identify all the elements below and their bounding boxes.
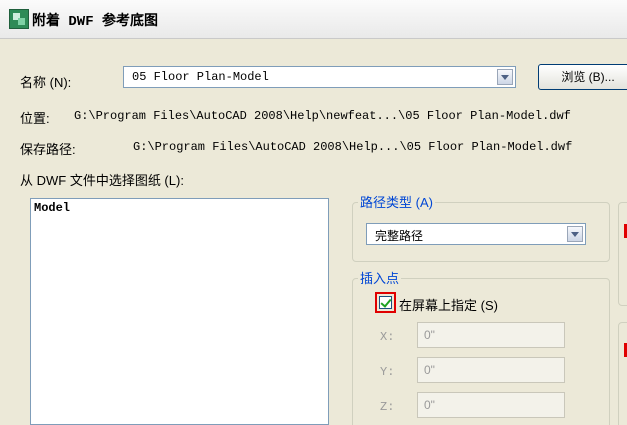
app-icon [9,9,29,29]
specify-on-screen-checkbox[interactable] [379,296,392,309]
x-field-value: 0" [424,328,435,342]
z-field[interactable]: 0" [417,392,565,418]
specify-on-screen-highlight [375,292,396,313]
chevron-down-icon[interactable] [567,226,583,242]
attach-dwf-dialog: 附着 DWF 参考底图 名称 (N): 05 Floor Plan-Model … [0,0,627,425]
location-path: G:\Program Files\AutoCAD 2008\Help\newfe… [74,109,571,123]
y-field-value: 0" [424,363,435,377]
location-label: 位置: [20,111,50,126]
x-label: X: [380,330,395,344]
name-label: 名称 (N): [20,75,72,90]
name-combobox-value: 05 Floor Plan-Model [132,70,269,84]
list-item[interactable]: Model [34,201,70,215]
rotation-group-edge [618,322,627,425]
saved-path-value: G:\Program Files\AutoCAD 2008\Help...\05… [133,140,573,154]
path-type-group-title: 路径类型 (A) [358,192,435,211]
scale-group-edge [618,202,627,306]
x-field[interactable]: 0" [417,322,565,348]
window-title: 附着 DWF 参考底图 [32,14,159,30]
z-label: Z: [380,400,395,414]
z-field-value: 0" [424,398,435,412]
insertion-point-group-title: 插入点 [358,268,402,287]
sheet-select-label: 从 DWF 文件中选择图纸 (L): [20,173,184,188]
name-combobox[interactable]: 05 Floor Plan-Model [123,66,516,88]
title-bar: 附着 DWF 参考底图 [0,0,627,39]
path-type-value: 完整路径 [375,229,424,243]
chevron-down-icon[interactable] [497,69,513,85]
specify-on-screen-label[interactable]: 在屏幕上指定 (S) [399,295,498,314]
sheet-listbox[interactable]: Model [30,198,329,425]
y-label: Y: [380,365,395,379]
saved-path-label: 保存路径: [20,142,76,157]
browse-button[interactable]: 浏览 (B)... [538,64,627,90]
y-field[interactable]: 0" [417,357,565,383]
path-type-combobox[interactable]: 完整路径 [366,223,586,245]
